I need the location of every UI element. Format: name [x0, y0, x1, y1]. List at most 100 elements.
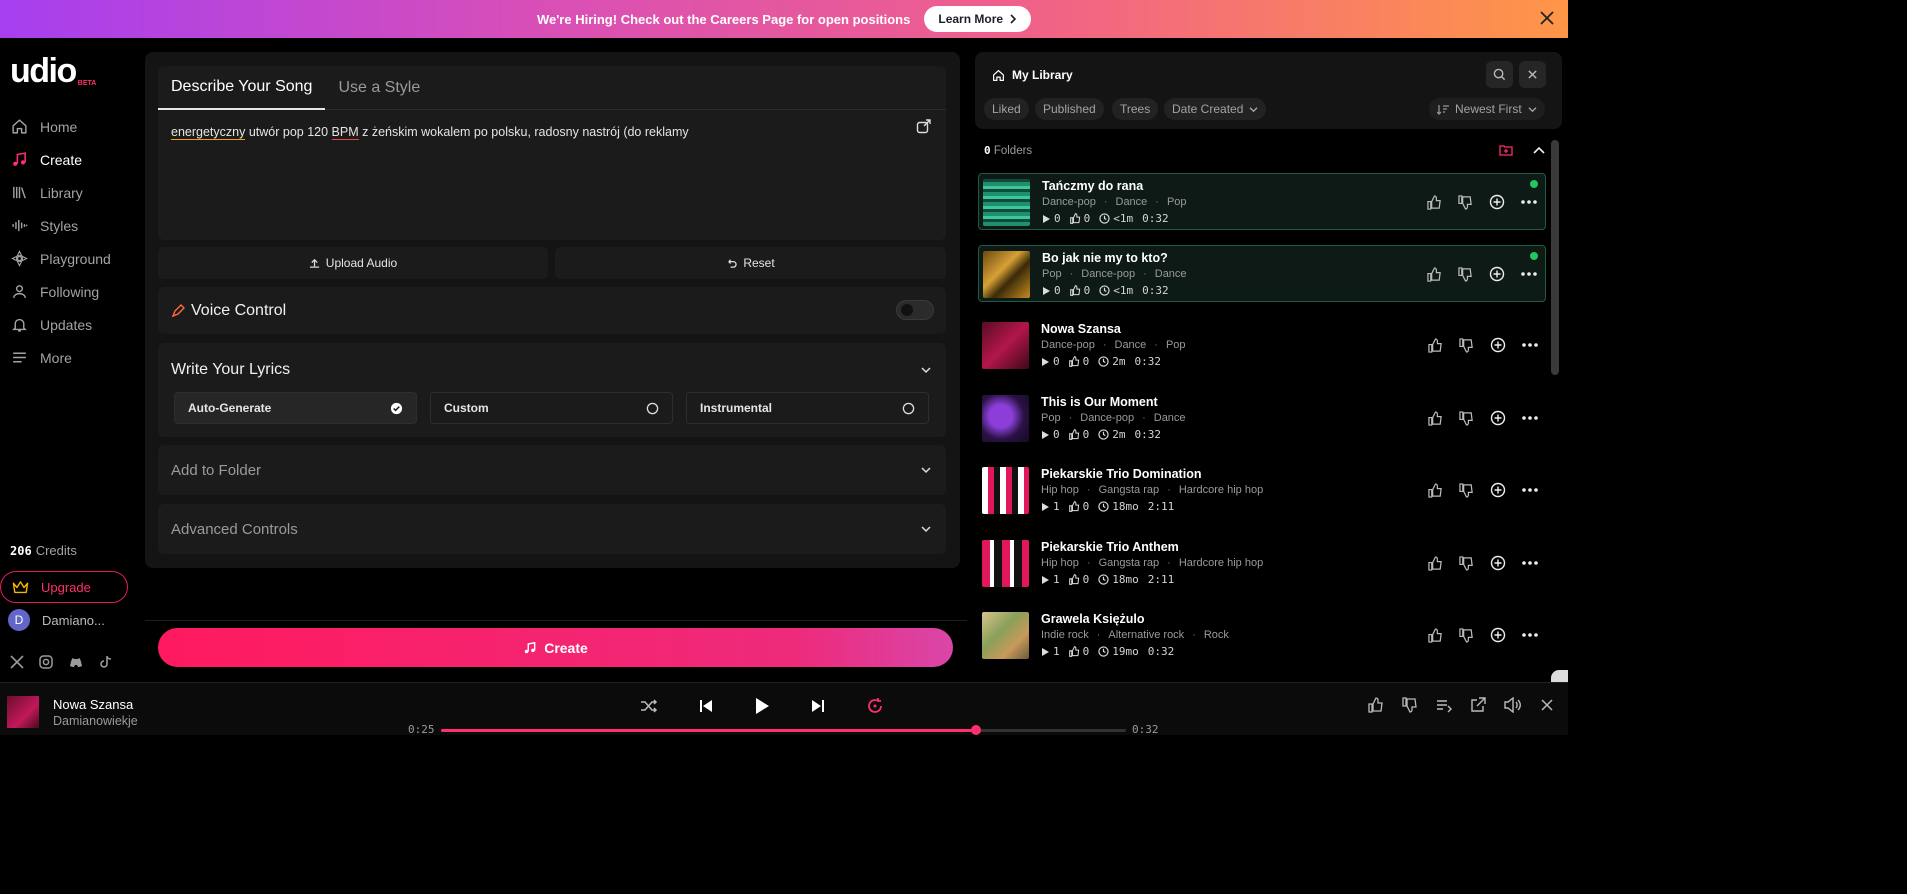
filter-published[interactable]: Published	[1035, 98, 1104, 120]
progress-handle[interactable]	[970, 725, 981, 735]
thumbs-down-icon[interactable]	[1459, 482, 1474, 498]
genre-tag[interactable]: Pop	[1166, 339, 1186, 351]
song-artwork[interactable]	[983, 251, 1030, 298]
genre-tag[interactable]: Indie rock	[1041, 629, 1089, 641]
genre-tag[interactable]: Dance-pop	[1041, 339, 1095, 351]
tiktok-icon[interactable]	[99, 655, 113, 669]
user-menu[interactable]: D Damiano...	[8, 609, 105, 631]
lyrics-option-custom[interactable]: Custom	[430, 392, 673, 424]
chevron-down-icon[interactable]	[921, 466, 931, 474]
song-title[interactable]: Nowa Szansa	[1041, 322, 1121, 336]
song-row[interactable]: Tańczmy do rana Dance-pop · Dance · Pop 0 0 <1m 0…	[978, 173, 1546, 230]
nav-styles[interactable]: Styles	[0, 209, 140, 242]
genre-tag[interactable]: Dance	[1154, 412, 1186, 424]
x-twitter-icon[interactable]	[10, 655, 24, 669]
chevron-up-icon[interactable]	[1533, 146, 1545, 154]
reset-button[interactable]: Reset	[555, 247, 946, 279]
upgrade-button[interactable]: Upgrade	[0, 571, 128, 603]
add-circle-icon[interactable]	[1490, 555, 1506, 571]
nav-playground[interactable]: Playground	[0, 242, 140, 275]
volume-icon[interactable]	[1504, 697, 1522, 713]
song-row[interactable]: Piekarskie Trio Anthem Hip hop · Gangsta ra…	[978, 535, 1546, 592]
song-description-input[interactable]: energetyczny utwór pop 120 BPM z żeńskim…	[171, 125, 901, 140]
add-circle-icon[interactable]	[1490, 410, 1506, 426]
thumbs-down-icon[interactable]	[1459, 410, 1474, 426]
thumbs-up-icon[interactable]	[1428, 555, 1443, 571]
filter-trees[interactable]: Trees	[1112, 98, 1159, 120]
queue-icon[interactable]	[1436, 697, 1452, 713]
genre-tag[interactable]: Dance-pop	[1081, 268, 1135, 280]
song-artwork[interactable]	[983, 179, 1030, 226]
now-playing-artist[interactable]: Damianowiekje	[53, 714, 138, 728]
nav-following[interactable]: Following	[0, 275, 140, 308]
progress-bar[interactable]	[441, 725, 1126, 735]
expand-icon[interactable]	[916, 118, 932, 134]
library-close-button[interactable]	[1519, 61, 1546, 88]
nav-create[interactable]: Create	[0, 143, 140, 176]
song-artwork[interactable]	[982, 322, 1029, 369]
close-icon[interactable]	[1538, 9, 1556, 27]
genre-tag[interactable]: Hardcore hip hop	[1179, 557, 1263, 569]
genre-tag[interactable]: Dance-pop	[1080, 412, 1134, 424]
library-scrollbar[interactable]	[1551, 140, 1559, 375]
thumbs-down-icon[interactable]	[1402, 697, 1418, 713]
genre-tag[interactable]: Dance-pop	[1042, 196, 1096, 208]
thumbs-up-icon[interactable]	[1427, 266, 1442, 282]
now-playing-artwork[interactable]	[7, 696, 39, 728]
song-title[interactable]: Grawela Księżulo	[1041, 612, 1145, 626]
play-icon[interactable]	[754, 697, 770, 715]
chevron-down-icon[interactable]	[921, 366, 931, 374]
tab-describe-your-song[interactable]: Describe Your Song	[158, 66, 326, 110]
song-title[interactable]: Piekarskie Trio Domination	[1041, 467, 1201, 481]
skip-back-icon[interactable]	[698, 698, 714, 714]
thumbs-up-icon[interactable]	[1368, 697, 1384, 713]
genre-tag[interactable]: Gangsta rap	[1099, 484, 1160, 496]
song-title[interactable]: Piekarskie Trio Anthem	[1041, 540, 1179, 554]
song-artwork[interactable]	[982, 395, 1029, 442]
library-search-button[interactable]	[1486, 61, 1513, 88]
nav-more[interactable]: More	[0, 341, 140, 374]
add-circle-icon[interactable]	[1490, 627, 1506, 643]
add-circle-icon[interactable]	[1490, 337, 1506, 353]
genre-tag[interactable]: Pop	[1042, 268, 1062, 280]
open-external-icon[interactable]	[1470, 697, 1486, 713]
genre-tag[interactable]: Pop	[1041, 412, 1061, 424]
learn-more-button[interactable]: Learn More	[924, 6, 1032, 32]
genre-tag[interactable]: Hardcore hip hop	[1179, 484, 1263, 496]
nav-updates[interactable]: Updates	[0, 308, 140, 341]
genre-tag[interactable]: Pop	[1167, 196, 1187, 208]
discord-icon[interactable]	[68, 655, 84, 669]
udio-logo[interactable]: udio BETA	[10, 54, 96, 88]
thumbs-down-icon[interactable]	[1459, 555, 1474, 571]
shuffle-icon[interactable]	[640, 698, 658, 714]
more-options-icon[interactable]	[1521, 200, 1537, 204]
genre-tag[interactable]: Hip hop	[1041, 557, 1079, 569]
genre-tag[interactable]: Dance	[1155, 268, 1187, 280]
song-title[interactable]: Bo jak nie my to kto?	[1042, 251, 1168, 265]
genre-tag[interactable]: Hip hop	[1041, 484, 1079, 496]
thumbs-down-icon[interactable]	[1458, 266, 1473, 282]
add-circle-icon[interactable]	[1490, 482, 1506, 498]
more-options-icon[interactable]	[1521, 272, 1537, 276]
lyrics-option-auto-generate[interactable]: Auto-Generate	[174, 392, 417, 424]
more-options-icon[interactable]	[1522, 633, 1538, 637]
song-artwork[interactable]	[982, 467, 1029, 514]
upload-audio-button[interactable]: Upload Audio	[158, 247, 548, 279]
genre-tag[interactable]: Dance	[1115, 339, 1147, 351]
thumbs-down-icon[interactable]	[1459, 337, 1474, 353]
song-row[interactable]: Grawela Księżulo Indie rock · Alternative r…	[978, 607, 1546, 664]
song-artwork[interactable]	[982, 612, 1029, 659]
add-circle-icon[interactable]	[1489, 194, 1505, 210]
thumbs-down-icon[interactable]	[1458, 194, 1473, 210]
genre-tag[interactable]: Rock	[1204, 629, 1229, 641]
nav-home[interactable]: Home	[0, 110, 140, 143]
new-folder-icon[interactable]	[1499, 144, 1513, 156]
thumbs-up-icon[interactable]	[1428, 627, 1443, 643]
add-to-folder-section[interactable]	[158, 445, 946, 495]
more-options-icon[interactable]	[1522, 416, 1538, 420]
thumbs-up-icon[interactable]	[1428, 410, 1443, 426]
song-row[interactable]: Nowa Szansa Dance-pop · Dance · Pop 0 0 2m 0:32	[978, 317, 1546, 374]
genre-tag[interactable]: Gangsta rap	[1099, 557, 1160, 569]
song-title[interactable]: This is Our Moment	[1041, 395, 1158, 409]
more-options-icon[interactable]	[1522, 488, 1538, 492]
